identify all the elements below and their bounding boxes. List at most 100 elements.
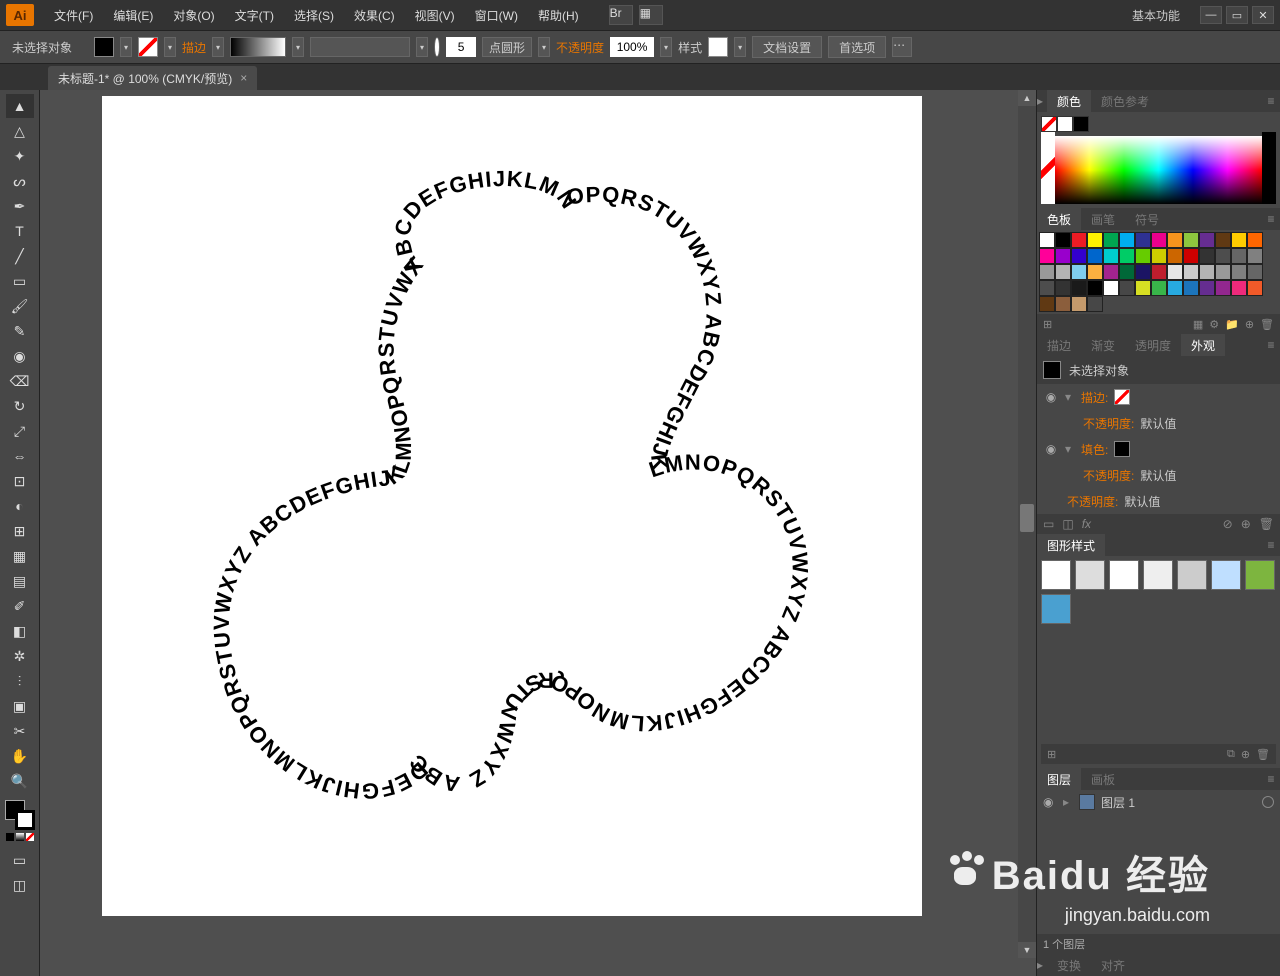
color-spectrum[interactable] xyxy=(1055,136,1262,204)
swatch-cell[interactable] xyxy=(1055,264,1071,280)
hand-tool[interactable]: ✋ xyxy=(6,744,34,768)
swatch-cell[interactable] xyxy=(1119,232,1135,248)
no-fill-icon[interactable] xyxy=(1041,116,1057,132)
stroke-color-swatch[interactable] xyxy=(1114,389,1130,405)
swatch-cell[interactable] xyxy=(1087,232,1103,248)
swatch-cell[interactable] xyxy=(1247,264,1263,280)
swatch-cell[interactable] xyxy=(1167,264,1183,280)
swatch-cell[interactable] xyxy=(1215,248,1231,264)
new-group-icon[interactable]: 📁 xyxy=(1225,318,1239,331)
swatch-cell[interactable] xyxy=(1103,232,1119,248)
swatch-cell[interactable] xyxy=(1055,280,1071,296)
eyedropper-tool[interactable]: ✐ xyxy=(6,594,34,618)
stroke-dropdown[interactable]: ▾ xyxy=(164,37,176,57)
del-icon[interactable]: 🗑 xyxy=(1259,517,1274,531)
graphic-style-thumb[interactable] xyxy=(1041,560,1071,590)
paintbrush-tool[interactable]: 🖌 xyxy=(6,294,34,318)
maximize-button[interactable]: ▭ xyxy=(1226,6,1248,24)
swatch-cell[interactable] xyxy=(1151,280,1167,296)
swatch-cell[interactable] xyxy=(1071,232,1087,248)
fill-row-label[interactable]: 填色: xyxy=(1081,441,1108,458)
swatch-cell[interactable] xyxy=(1135,232,1151,248)
stroke-menu[interactable]: ▾ xyxy=(212,37,224,57)
menu-effect[interactable]: 效果(C) xyxy=(344,7,405,24)
document-tab[interactable]: 未标题-1* @ 100% (CMYK/预览) × xyxy=(48,66,257,90)
swatch-cell[interactable] xyxy=(1087,248,1103,264)
layer-expand-icon[interactable]: ▸ xyxy=(1063,795,1073,809)
graphic-style-thumb[interactable] xyxy=(1075,560,1105,590)
stroke-label[interactable]: 描边 xyxy=(182,39,206,56)
swatch-grid[interactable] xyxy=(1037,230,1280,314)
swatch-cell[interactable] xyxy=(1231,232,1247,248)
swatch-cell[interactable] xyxy=(1247,248,1263,264)
stroke-weight-value[interactable]: 5 xyxy=(446,37,476,57)
swatch-cell[interactable] xyxy=(1215,264,1231,280)
swatch-cell[interactable] xyxy=(1087,280,1103,296)
swatch-cell[interactable] xyxy=(1199,280,1215,296)
align-tab[interactable]: 对齐 xyxy=(1091,954,1135,976)
perspective-tool[interactable]: ⊞ xyxy=(6,519,34,543)
layers-tab[interactable]: 图层 xyxy=(1037,768,1081,790)
swatch-cell[interactable] xyxy=(1199,248,1215,264)
clear-icon[interactable]: ⊘ xyxy=(1223,517,1233,531)
direct-selection-tool[interactable]: △ xyxy=(6,119,34,143)
swatch-cell[interactable] xyxy=(1055,232,1071,248)
transparency-tab[interactable]: 透明度 xyxy=(1125,334,1181,356)
swatch-cell[interactable] xyxy=(1151,232,1167,248)
delete-swatch-icon[interactable]: 🗑 xyxy=(1260,318,1274,331)
scroll-thumb[interactable] xyxy=(1020,504,1034,532)
gradient-tool[interactable]: ▤ xyxy=(6,569,34,593)
graphic-style-thumb[interactable] xyxy=(1143,560,1173,590)
swatch-cell[interactable] xyxy=(1071,280,1087,296)
swatch-cell[interactable] xyxy=(1247,280,1263,296)
appearance-tab[interactable]: 外观 xyxy=(1181,334,1225,356)
vertical-scrollbar[interactable]: ▲ ▼ xyxy=(1018,90,1036,958)
free-transform-tool[interactable]: ⊡ xyxy=(6,469,34,493)
swatch-cell[interactable] xyxy=(1039,296,1055,312)
panel-collapse-icon[interactable]: ▸ xyxy=(1037,94,1047,108)
pencil-tool[interactable]: ✎ xyxy=(6,319,34,343)
swatch-cell[interactable] xyxy=(1039,280,1055,296)
swatch-cell[interactable] xyxy=(1103,264,1119,280)
stroke-swatch[interactable] xyxy=(138,37,158,57)
swatch-kind-icon[interactable]: ▦ xyxy=(1193,318,1203,331)
transform-tab[interactable]: 变换 xyxy=(1047,954,1091,976)
swatch-cell[interactable] xyxy=(1039,264,1055,280)
rectangle-tool[interactable]: ▭ xyxy=(6,269,34,293)
swatch-cell[interactable] xyxy=(1183,280,1199,296)
stroke-tab[interactable]: 描边 xyxy=(1037,334,1081,356)
menu-edit[interactable]: 编辑(E) xyxy=(103,7,163,24)
black-swatch[interactable] xyxy=(1073,116,1089,132)
swatch-cell[interactable] xyxy=(1119,280,1135,296)
swatch-cell[interactable] xyxy=(1151,264,1167,280)
graph-tool[interactable]: ⫶ xyxy=(6,669,34,693)
swatch-cell[interactable] xyxy=(1231,264,1247,280)
overflow-icon[interactable]: ⋯ xyxy=(892,37,912,57)
artboard-tool[interactable]: ▣ xyxy=(6,694,34,718)
swatch-cell[interactable] xyxy=(1183,248,1199,264)
graphic-style-thumb[interactable] xyxy=(1177,560,1207,590)
graphic-style-thumb[interactable] xyxy=(1041,594,1071,624)
swatch-cell[interactable] xyxy=(1103,280,1119,296)
swatch-cell[interactable] xyxy=(1167,280,1183,296)
swatch-options-icon[interactable]: ⚙ xyxy=(1209,318,1219,331)
color-guide-tab[interactable]: 颜色参考 xyxy=(1091,90,1159,112)
artboards-tab[interactable]: 画板 xyxy=(1081,768,1125,790)
visibility-icon[interactable]: ◉ xyxy=(1043,390,1059,404)
symbols-tab[interactable]: 符号 xyxy=(1125,208,1169,230)
swatch-cell[interactable] xyxy=(1071,248,1087,264)
swatch-cell[interactable] xyxy=(1215,280,1231,296)
swatch-cell[interactable] xyxy=(1055,248,1071,264)
stroke-profile[interactable]: 点圆形 xyxy=(482,37,532,57)
swatch-cell[interactable] xyxy=(1135,248,1151,264)
menu-window[interactable]: 窗口(W) xyxy=(465,7,528,24)
scale-tool[interactable]: ⤢ xyxy=(6,419,34,443)
graphic-style-thumb[interactable] xyxy=(1211,560,1241,590)
break-link-icon[interactable]: ⧉ xyxy=(1227,748,1235,761)
swatch-cell[interactable] xyxy=(1167,248,1183,264)
new-style-icon[interactable]: ⊕ xyxy=(1241,748,1250,761)
swatch-cell[interactable] xyxy=(1071,296,1087,312)
workspace-switcher[interactable]: 基本功能 xyxy=(1122,7,1190,24)
path-text[interactable]: ABCDEFGHIJKLMNOPQRSTUVWXYZ ABCDEFGHIJKLM… xyxy=(102,96,813,804)
swatch-cell[interactable] xyxy=(1071,264,1087,280)
